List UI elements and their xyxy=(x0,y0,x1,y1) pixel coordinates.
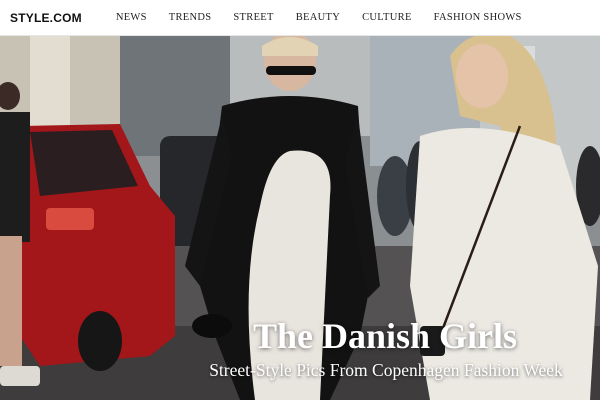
nav-item-culture[interactable]: CULTURE xyxy=(362,12,412,23)
site-header: STYLE.COM NEWS TRENDS STREET BEAUTY CULT… xyxy=(0,0,600,36)
nav-item-news[interactable]: NEWS xyxy=(116,12,147,23)
nav-item-street[interactable]: STREET xyxy=(233,12,273,23)
hero-subtitle[interactable]: Street-Style Pics From Copenhagen Fashio… xyxy=(0,360,600,381)
nav-item-beauty[interactable]: BEAUTY xyxy=(296,12,340,23)
hero-banner[interactable]: The Danish Girls Street-Style Pics From … xyxy=(0,36,600,400)
hero-title[interactable]: The Danish Girls xyxy=(0,315,600,357)
site-logo[interactable]: STYLE.COM xyxy=(10,11,82,25)
nav-item-trends[interactable]: TRENDS xyxy=(169,12,212,23)
nav-item-fashion-shows[interactable]: FASHION SHOWS xyxy=(434,12,522,23)
main-nav: NEWS TRENDS STREET BEAUTY CULTURE FASHIO… xyxy=(116,12,544,23)
